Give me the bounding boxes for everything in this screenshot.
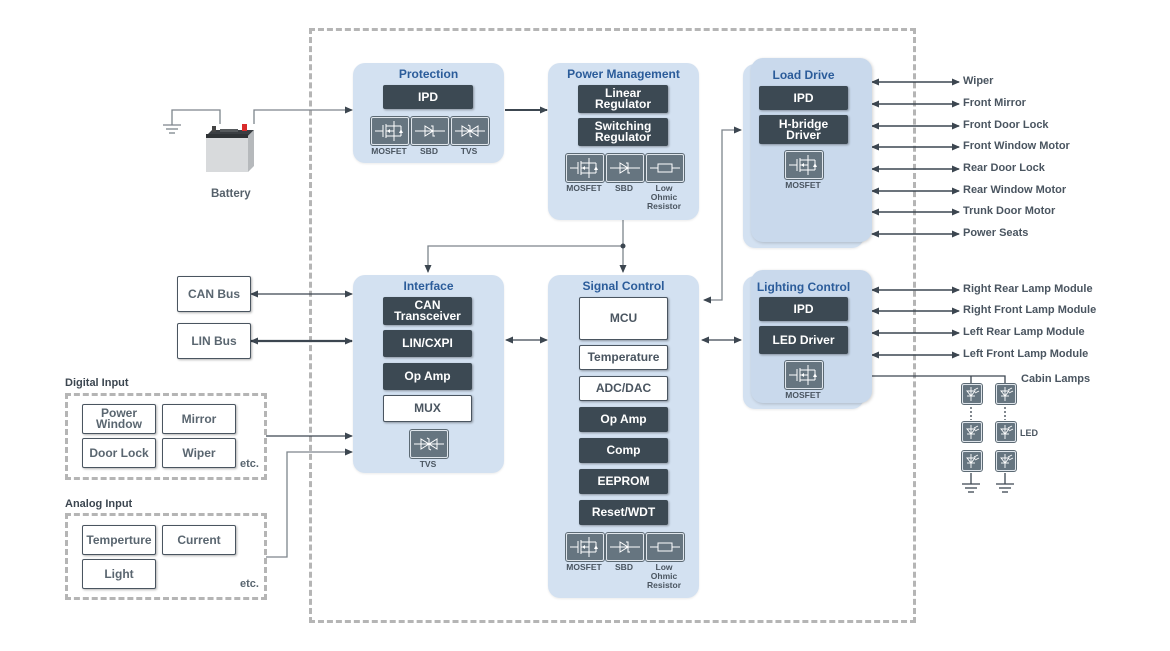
tvs-icon xyxy=(450,116,490,146)
load-output-label: Front Mirror xyxy=(963,97,1026,109)
mux-chip: MUX xyxy=(383,395,472,422)
lighting-control-block: Lighting Control IPD LED Driver MOSFET xyxy=(743,270,872,409)
load-output-label: Power Seats xyxy=(963,227,1029,239)
component-label: SBD xyxy=(615,183,633,193)
sbd-icon xyxy=(410,116,450,146)
op-amp-chip: Op Amp xyxy=(383,363,472,390)
mosfet-icon xyxy=(784,150,824,180)
door-lock-input: Door Lock xyxy=(82,438,156,468)
tvs-icon xyxy=(409,429,449,459)
component-label: Low Ohmic Resistor xyxy=(646,183,681,211)
etc-label: etc. xyxy=(240,578,259,590)
block-title: Protection xyxy=(398,67,459,81)
load-output-label: Rear Door Lock xyxy=(963,162,1045,174)
load-output-label: Front Door Lock xyxy=(963,119,1049,131)
load-drive-block: Load Drive IPD H-bridge Driver MOSFET xyxy=(743,58,872,248)
lamp-output-label: Left Front Lamp Module xyxy=(963,348,1089,360)
component-label: MOSFET xyxy=(566,183,602,193)
block-title: Signal Control xyxy=(582,279,665,293)
temperature-input: Temperture xyxy=(82,525,156,555)
mosfet-icon xyxy=(784,360,824,390)
eeprom-chip: EEPROM xyxy=(579,469,668,494)
led-icon xyxy=(961,383,983,405)
temperature-chip: Temperature xyxy=(579,345,668,370)
wiper-input: Wiper xyxy=(162,438,236,468)
led-icon xyxy=(995,450,1017,472)
etc-label: etc. xyxy=(240,458,259,470)
battery-icon xyxy=(204,120,256,174)
led-icon xyxy=(995,383,1017,405)
led-icon xyxy=(961,450,983,472)
load-output-label: Wiper xyxy=(963,75,994,87)
comp-chip: Comp xyxy=(579,438,668,463)
component-label: MOSFET xyxy=(785,180,821,190)
block-title: Lighting Control xyxy=(756,280,851,294)
battery-label: Battery xyxy=(211,188,251,200)
mosfet-icon xyxy=(565,153,605,183)
lin-cxpi-chip: LIN/CXPI xyxy=(383,330,472,357)
lamp-output-label: Right Front Lamp Module xyxy=(963,304,1097,316)
lamp-output-label: Right Rear Lamp Module xyxy=(963,283,1093,295)
h-bridge-driver-chip: H-bridge Driver xyxy=(759,115,848,144)
sbd-icon xyxy=(605,153,645,183)
load-output-label: Rear Window Motor xyxy=(963,184,1067,196)
power-management-block: Power Management Linear Regulator Switch… xyxy=(548,63,699,220)
op-amp-chip: Op Amp xyxy=(579,407,668,432)
sbd-icon xyxy=(605,532,645,562)
block-title: Power Management xyxy=(567,67,680,81)
component-label: MOSFET xyxy=(566,562,602,572)
ipd-chip: IPD xyxy=(383,85,473,109)
mosfet-icon xyxy=(370,116,410,146)
current-input: Current xyxy=(162,525,236,555)
block-title: Load Drive xyxy=(772,68,835,82)
can-transceiver-chip: CAN Transceiver xyxy=(383,297,472,325)
block-title: Interface xyxy=(403,279,454,293)
protection-block: Protection IPD MOSFET SBD TVS xyxy=(353,63,504,163)
component-label: TVS xyxy=(460,146,478,156)
power-window-input: Power Window xyxy=(82,404,156,434)
switching-regulator-chip: Switching Regulator xyxy=(578,118,668,146)
component-label: SBD xyxy=(615,562,633,572)
linear-regulator-chip: Linear Regulator xyxy=(578,85,668,113)
component-label: SBD xyxy=(420,146,438,156)
load-output-label: Trunk Door Motor xyxy=(963,205,1056,217)
analog-input-title: Analog Input xyxy=(65,498,133,510)
can-bus-box: CAN Bus xyxy=(177,276,251,312)
signal-control-block: Signal Control MCU Temperature ADC/DAC O… xyxy=(548,275,699,598)
adc-dac-chip: ADC/DAC xyxy=(579,376,668,401)
ipd-chip: IPD xyxy=(759,297,848,321)
component-label: MOSFET xyxy=(371,146,407,156)
mosfet-icon xyxy=(565,532,605,562)
component-label: Low Ohmic Resistor xyxy=(646,562,681,590)
resistor-icon xyxy=(645,532,685,562)
cabin-lamps-label: Cabin Lamps xyxy=(1021,373,1091,385)
resistor-icon xyxy=(645,153,685,183)
reset-wdt-chip: Reset/WDT xyxy=(579,500,668,525)
mcu-chip: MCU xyxy=(579,297,668,340)
lamp-output-label: Left Rear Lamp Module xyxy=(963,326,1085,338)
ipd-chip: IPD xyxy=(759,86,848,110)
mirror-input: Mirror xyxy=(162,404,236,434)
led-icon xyxy=(961,421,983,443)
load-output-label: Front Window Motor xyxy=(963,140,1070,152)
component-label: MOSFET xyxy=(785,390,821,400)
digital-input-title: Digital Input xyxy=(65,377,129,389)
led-icon xyxy=(995,421,1017,443)
interface-block: Interface CAN Transceiver LIN/CXPI Op Am… xyxy=(353,275,504,473)
lin-bus-box: LIN Bus xyxy=(177,323,251,359)
led-driver-chip: LED Driver xyxy=(759,326,848,354)
component-label: TVS xyxy=(419,459,437,469)
led-label: LED xyxy=(1020,428,1038,438)
light-input: Light xyxy=(82,559,156,589)
